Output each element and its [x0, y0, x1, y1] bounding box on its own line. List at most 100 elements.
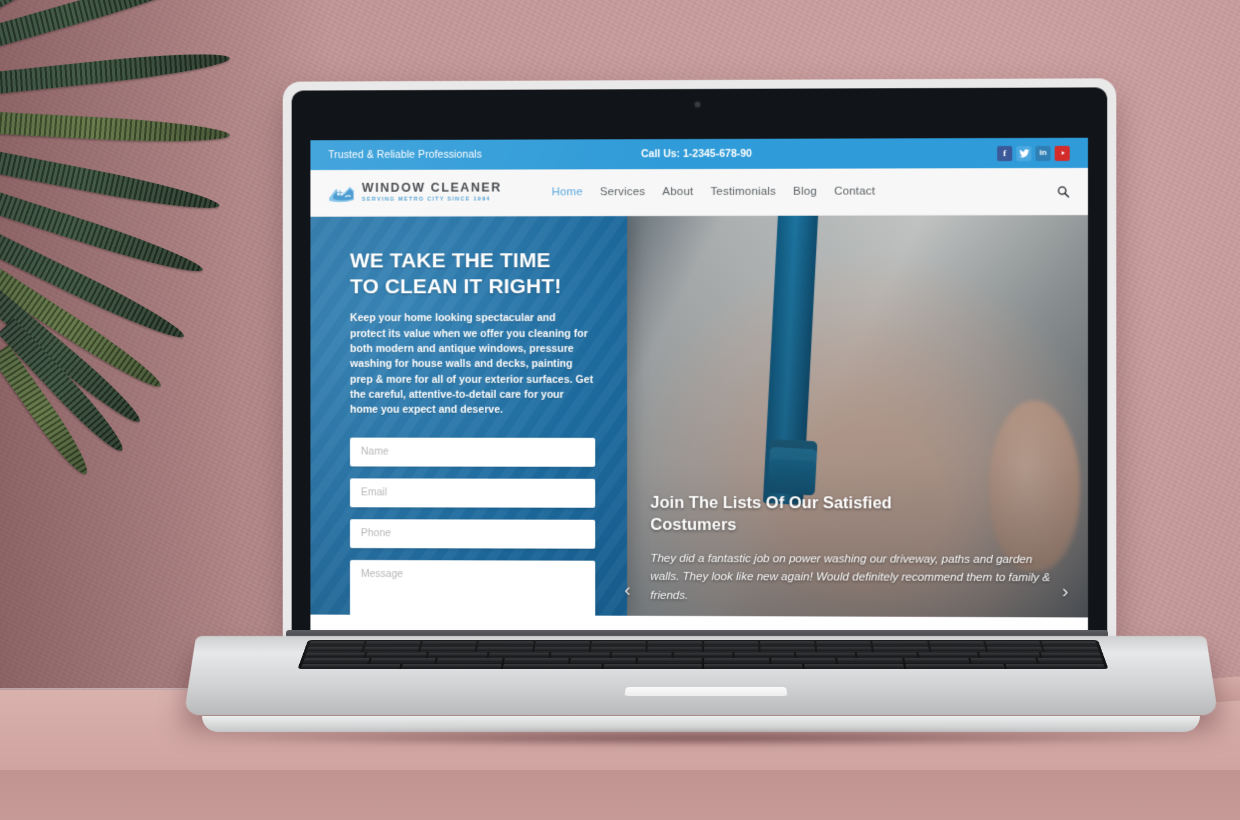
keyboard-key[interactable]: [306, 646, 364, 652]
keyboard-key[interactable]: [970, 658, 1037, 663]
keyboard-key[interactable]: [816, 641, 872, 646]
keyboard-key[interactable]: [302, 658, 370, 663]
quote-request-form: [349, 437, 596, 618]
keyboard-key[interactable]: [903, 658, 970, 663]
keyboard-key[interactable]: [1040, 652, 1102, 657]
keyboard-key[interactable]: [795, 652, 856, 657]
hero-headline-line2: TO CLEAN IT RIGHT!: [349, 274, 562, 298]
keyboard-key[interactable]: [856, 652, 917, 657]
keyboard-key[interactable]: [611, 652, 672, 657]
facebook-icon[interactable]: f: [997, 145, 1013, 161]
keyboard-key[interactable]: [979, 652, 1040, 657]
search-icon[interactable]: [1057, 185, 1070, 198]
keyboard-row: [304, 646, 1102, 652]
phone-input[interactable]: [349, 518, 596, 549]
nav-item-services[interactable]: Services: [600, 186, 646, 198]
keyboard-key[interactable]: [421, 641, 478, 646]
testimonial-slider: Join The Lists Of Our Satisfied Costumer…: [624, 493, 1072, 607]
table-shadow: [0, 770, 1240, 820]
keyboard-key[interactable]: [427, 652, 488, 657]
keyboard-key[interactable]: [591, 641, 646, 646]
keyboard-key[interactable]: [503, 658, 569, 663]
keyboard-key[interactable]: [363, 646, 420, 652]
keyboard-key[interactable]: [872, 641, 928, 646]
keyboard-key[interactable]: [1005, 663, 1106, 669]
keyboard-key[interactable]: [760, 646, 816, 652]
keyboard-key[interactable]: [309, 641, 365, 646]
laptop-trackpad[interactable]: [624, 687, 788, 696]
keyboard-key[interactable]: [478, 641, 534, 646]
keyboard-row: [298, 663, 1109, 669]
keyboard-key[interactable]: [365, 641, 421, 646]
testimonial-quote: They did a fantastic job on power washin…: [650, 551, 1051, 603]
testimonial-heading-line2: Costumers: [650, 515, 737, 534]
hero-headline-line1: WE TAKE THE TIME: [349, 249, 551, 273]
chevron-left-icon[interactable]: ‹: [624, 580, 630, 601]
keyboard-key[interactable]: [1036, 658, 1104, 663]
keyboard-key[interactable]: [704, 658, 769, 663]
keyboard-key[interactable]: [704, 663, 803, 669]
keyboard-key[interactable]: [816, 646, 873, 652]
keyboard-key[interactable]: [436, 658, 503, 663]
keyboard-key[interactable]: [918, 652, 979, 657]
keyboard-key[interactable]: [637, 658, 702, 663]
logo-tagline: SERVING METRO CITY SINCE 1994: [361, 196, 491, 203]
topbar-phone-link[interactable]: Call Us: 1-2345-678-90: [641, 148, 752, 160]
keyboard-row: [302, 652, 1104, 657]
keyboard-key[interactable]: [804, 663, 904, 669]
keyboard-key[interactable]: [647, 641, 702, 646]
keyboard-key[interactable]: [703, 646, 759, 652]
keyboard-key[interactable]: [928, 641, 985, 646]
keyboard-key[interactable]: [734, 652, 795, 657]
keyboard-row: [306, 641, 1100, 646]
nav-item-testimonials[interactable]: Testimonials: [710, 186, 776, 198]
nav-item-contact[interactable]: Contact: [834, 186, 875, 198]
keyboard-key[interactable]: [873, 646, 929, 652]
keyboard-key[interactable]: [703, 641, 759, 646]
photo-scene: Trusted & Reliable Professionals Call Us…: [0, 0, 1240, 820]
keyboard-key[interactable]: [534, 641, 590, 646]
chevron-right-icon[interactable]: ›: [1062, 581, 1068, 602]
keyboard-key[interactable]: [904, 663, 1005, 669]
keyboard-key[interactable]: [304, 652, 366, 657]
nav-item-blog[interactable]: Blog: [793, 186, 817, 198]
name-input[interactable]: [349, 437, 596, 467]
keyboard-key[interactable]: [770, 658, 836, 663]
message-textarea[interactable]: [349, 559, 596, 618]
keyboard-key[interactable]: [837, 658, 903, 663]
webcam-icon: [694, 100, 701, 109]
keyboard-key[interactable]: [986, 646, 1043, 652]
nav-item-home[interactable]: Home: [552, 186, 583, 198]
laptop-drop-shadow: [210, 730, 1195, 746]
keyboard-key[interactable]: [760, 641, 815, 646]
keyboard-key[interactable]: [401, 663, 502, 669]
linkedin-icon[interactable]: in: [1035, 145, 1051, 161]
keyboard-key[interactable]: [647, 646, 702, 652]
topbar-tagline: Trusted & Reliable Professionals: [328, 148, 482, 162]
keyboard-key[interactable]: [502, 663, 602, 669]
twitter-icon[interactable]: [1016, 145, 1032, 161]
keyboard-key[interactable]: [929, 646, 986, 652]
site-logo[interactable]: WINDOW CLEANER SERVING METRO CITY SINCE …: [328, 181, 502, 203]
keyboard-key[interactable]: [420, 646, 477, 652]
keyboard-key[interactable]: [489, 652, 550, 657]
keyboard-key[interactable]: [673, 652, 733, 657]
logo-text-block: WINDOW CLEANER SERVING METRO CITY SINCE …: [361, 181, 502, 203]
email-input[interactable]: [349, 478, 596, 508]
nav-item-about[interactable]: About: [662, 186, 693, 198]
keyboard-key[interactable]: [477, 646, 533, 652]
youtube-icon[interactable]: [1054, 145, 1070, 161]
keyboard-key[interactable]: [550, 652, 611, 657]
keyboard-key[interactable]: [570, 658, 636, 663]
keyboard-key[interactable]: [300, 663, 401, 669]
keyboard-key[interactable]: [1042, 646, 1099, 652]
keyboard-key[interactable]: [1041, 641, 1097, 646]
top-utility-bar: Trusted & Reliable Professionals Call Us…: [310, 137, 1088, 171]
keyboard-key[interactable]: [590, 646, 646, 652]
keyboard-key[interactable]: [603, 663, 702, 669]
laptop-keyboard[interactable]: [297, 640, 1109, 670]
keyboard-key[interactable]: [533, 646, 589, 652]
keyboard-key[interactable]: [985, 641, 1041, 646]
keyboard-key[interactable]: [366, 652, 427, 657]
keyboard-key[interactable]: [369, 658, 436, 663]
